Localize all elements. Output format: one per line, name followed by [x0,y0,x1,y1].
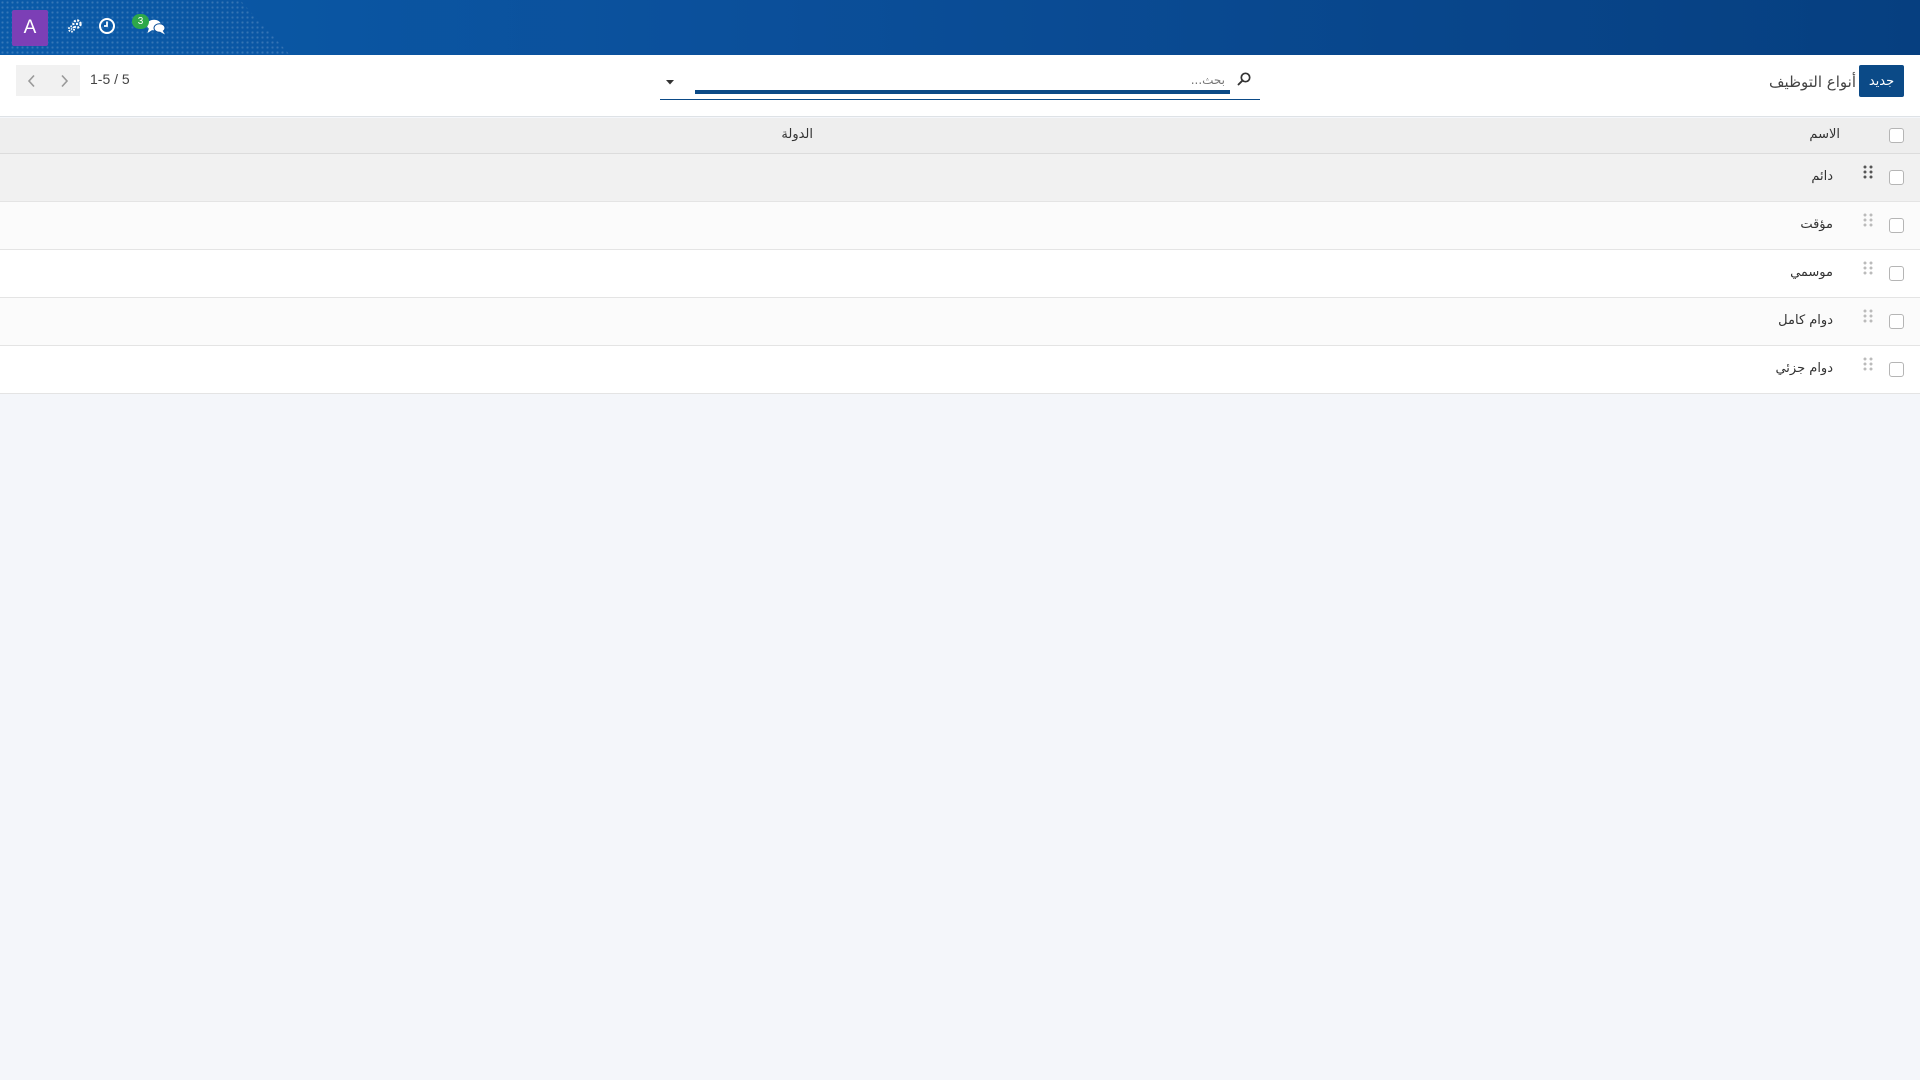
drag-handle-icon[interactable] [1862,164,1874,182]
drag-handle-icon[interactable] [1862,260,1874,278]
table-header: الاسم الدولة [0,118,1920,154]
search-bar [660,66,1260,100]
table-row[interactable]: دائم [0,154,1920,202]
top-navbar: A 3 [0,0,1920,55]
new-button[interactable]: جديد [1859,65,1904,97]
cell-name: دوام كامل [1778,313,1833,328]
control-panel: جديد أنواع التوظيف 1-5 / 5 [0,55,1920,117]
cell-name: دوام جزئي [1775,361,1833,376]
drag-handle-icon[interactable] [1862,308,1874,326]
search-focus-underline [695,90,1230,94]
page-title[interactable]: أنواع التوظيف [1769,73,1856,91]
column-header-country[interactable]: الدولة [781,127,813,142]
row-checkbox[interactable] [1889,314,1904,329]
drag-handle-icon[interactable] [1862,356,1874,374]
table-row[interactable]: موسمي [0,250,1920,298]
chat-badge: 3 [132,14,149,29]
settings-gears-icon[interactable] [64,15,86,37]
pager-previous-button[interactable] [16,65,48,96]
user-avatar[interactable]: A [12,10,48,46]
row-checkbox[interactable] [1889,266,1904,281]
cell-name: دائم [1811,169,1833,184]
row-checkbox[interactable] [1889,362,1904,377]
table-row[interactable]: دوام جزئي [0,346,1920,394]
column-header-name[interactable]: الاسم [1809,127,1840,142]
pager-value[interactable]: 1-5 / 5 [90,71,130,87]
table-row[interactable]: دوام كامل [0,298,1920,346]
cell-name: مؤقت [1800,217,1833,232]
select-all-checkbox[interactable] [1889,128,1904,143]
search-options-dropdown[interactable] [664,76,676,88]
table-row[interactable]: مؤقت [0,202,1920,250]
drag-handle-icon[interactable] [1862,212,1874,230]
pager-next-button[interactable] [48,65,80,96]
list-table: الاسم الدولة دائم مؤقت موسمي دوام كامل د… [0,118,1920,394]
clock-icon[interactable] [96,15,118,37]
search-input[interactable] [1025,70,1225,90]
row-checkbox[interactable] [1889,218,1904,233]
cell-name: موسمي [1790,265,1833,280]
search-icon[interactable] [1236,71,1252,87]
row-checkbox[interactable] [1889,170,1904,185]
